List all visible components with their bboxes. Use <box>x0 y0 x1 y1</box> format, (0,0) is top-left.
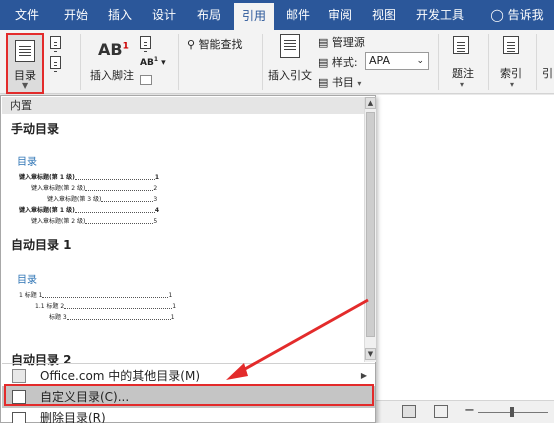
annotation-arrow <box>226 298 369 380</box>
